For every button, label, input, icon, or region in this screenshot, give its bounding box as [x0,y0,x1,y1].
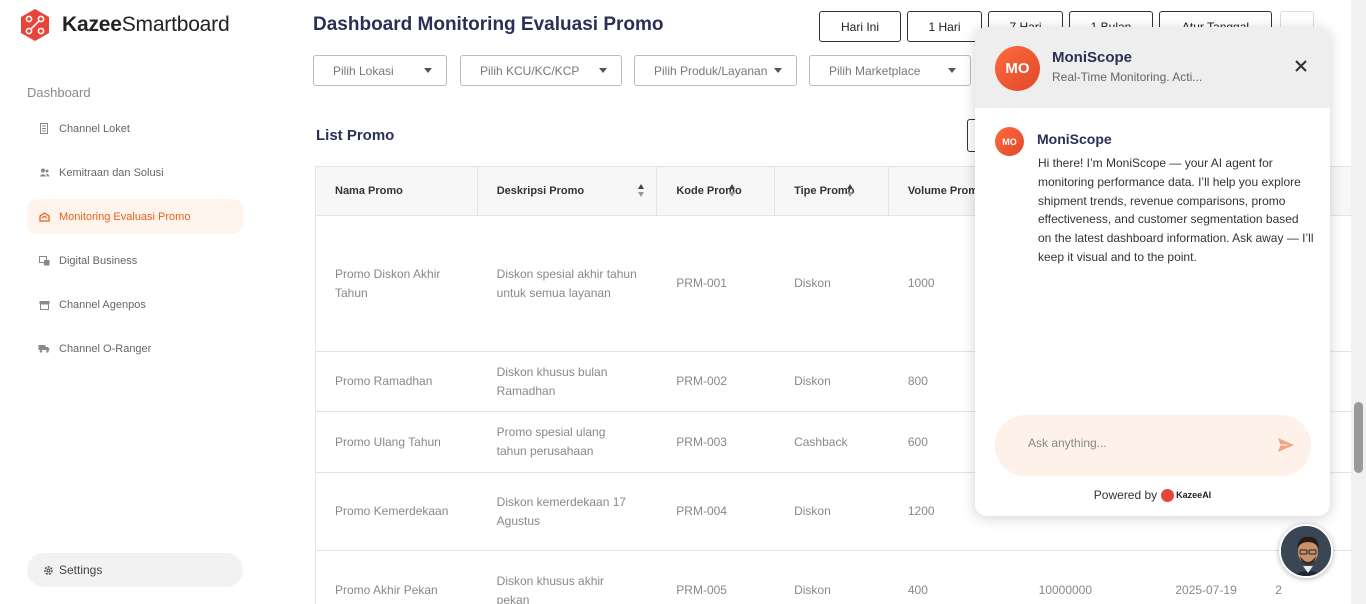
cell-tipe: Diskon [794,374,831,388]
kazee-logo-icon [18,8,52,42]
column-label: Nama Promo [335,185,403,197]
sort-icon [847,184,854,197]
sort-icon [729,184,736,197]
truck-icon [38,343,50,355]
gear-icon [43,565,54,576]
sidebar-item-label: Channel Agenpos [59,298,146,311]
sidebar-item-channel-loket[interactable]: Channel Loket [27,111,243,146]
sidebar-item-kemitraan[interactable]: Kemitraan dan Solusi [27,155,243,190]
filter-label: Pilih Produk/Layanan [654,63,768,78]
cell-nama: Promo Kemerdekaan [335,504,449,518]
column-nama-promo[interactable]: Nama Promo [316,167,478,215]
sidebar-item-label: Monitoring Evaluasi Promo [59,210,191,223]
chat-subtitle: Real-Time Monitoring. Acti... [1052,70,1203,84]
message-text: Hi there! I’m MoniScope — your AI agent … [1038,156,1314,264]
cell-nama: Promo Ulang Tahun [335,434,441,449]
sidebar-item-digital-business[interactable]: Digital Business [27,243,243,278]
list-title: List Promo [316,127,395,144]
cell-tipe: Diskon [794,504,831,518]
sidebar-section-label: Dashboard [27,85,91,100]
page-title: Dashboard Monitoring Evaluasi Promo [313,14,664,35]
powered-by: Powered by KazeeAI [975,488,1330,502]
cell-deskripsi: Diskon khusus bulan Ramadhan [496,364,608,398]
sidebar-item-label: Digital Business [59,254,138,267]
chat-panel: MO MoniScope Real-Time Monitoring. Acti.… [975,27,1330,516]
sidebar: KazeeSmartboard Dashboard Channel Loket … [0,0,262,604]
kazeeai-brand: KazeeAI [1176,490,1212,500]
cell-kode: PRM-004 [676,504,727,518]
cell-nama: Promo Ramadhan [335,374,433,388]
filter-label: Pilih Lokasi [333,63,394,78]
cell-kode: PRM-002 [676,374,727,388]
cell-nama: Promo Akhir Pekan [335,583,438,597]
message-sender: MoniScope [1037,131,1112,147]
app-name: KazeeSmartboard [62,13,230,36]
sidebar-item-label: Channel Loket [59,122,130,135]
store-icon [38,299,50,311]
filter-marketplace-select[interactable]: Pilih Marketplace [809,55,971,86]
column-deskripsi-promo[interactable]: Deskripsi Promo [478,167,658,215]
sidebar-item-label: Kemitraan dan Solusi [59,166,164,179]
chat-title: MoniScope [1052,49,1133,66]
building-icon [38,123,50,135]
assistant-launcher-avatar[interactable] [1279,524,1333,578]
column-kode-promo[interactable]: Kode Promo [657,167,776,215]
cell-deskripsi: Promo spesial ulang tahun perusahaan [496,425,606,458]
range-today-button[interactable]: Hari Ini [819,11,901,42]
cell-kode: PRM-005 [676,583,727,597]
sidebar-item-channel-agenpos[interactable]: Channel Agenpos [27,287,243,322]
app-logo[interactable]: KazeeSmartboard [18,8,230,42]
cell-deskripsi: Diskon spesial akhir tahun untuk semua l… [496,266,637,300]
sort-icon [637,184,644,197]
chevron-down-icon [424,68,432,73]
sidebar-item-channel-o-ranger[interactable]: Channel O-Ranger [27,331,243,366]
cell-nama: Promo Diskon Akhir Tahun [335,266,441,300]
settings-button[interactable]: Settings [27,553,243,587]
cell-deskripsi: Diskon kemerdekaan 17 Agustus [496,494,627,528]
kazeeai-logo-icon [1161,488,1175,502]
digital-icon [38,255,50,267]
chevron-down-icon [948,68,956,73]
sidebar-nav: Channel Loket Kemitraan dan Solusi Monit… [27,111,243,375]
column-label: Volume Promo [907,185,985,197]
promo-icon [38,211,50,223]
column-label: Deskripsi Promo [496,185,585,197]
powered-by-label: Powered by [1093,488,1158,502]
chevron-down-icon [774,68,782,73]
cell-deskripsi: Diskon khusus akhir pekan [496,573,605,604]
chat-input[interactable] [1028,436,1258,450]
assistant-avatar: MO [995,46,1040,91]
kazeeai-logo: KazeeAI [1161,488,1212,502]
cell-kode: PRM-001 [676,276,727,290]
sidebar-item-label: Channel O-Ranger [59,342,152,355]
filter-kcu-select[interactable]: Pilih KCU/KC/KCP [460,55,622,86]
filter-label: Pilih KCU/KC/KCP [480,63,580,78]
chat-header: MO MoniScope Real-Time Monitoring. Acti.… [975,27,1330,108]
table-row[interactable]: Promo Akhir Pekan Diskon khusus akhir pe… [316,551,1366,604]
cell-volume: 400 [907,583,928,597]
sidebar-item-monitoring-evaluasi-promo[interactable]: Monitoring Evaluasi Promo [27,199,243,234]
chat-input-box [995,415,1311,476]
range-1-day-button[interactable]: 1 Hari [907,11,982,42]
cell-tipe: Cashback [794,434,848,449]
scrollbar-thumb[interactable] [1354,402,1363,473]
cell-tanggal: 2025-07-19 [1175,583,1237,597]
filter-label: Pilih Marketplace [829,63,921,78]
chevron-down-icon [599,68,607,73]
column-tipe-promo[interactable]: Tipe Promo [775,167,889,215]
cell-tipe: Diskon [794,583,831,597]
page-scrollbar[interactable] [1351,0,1366,604]
users-icon [38,167,50,179]
filter-produk-select[interactable]: Pilih Produk/Layanan [634,55,797,86]
message-avatar: MO [995,127,1024,156]
cell-nilai: 10000000 [1038,583,1093,597]
close-icon[interactable] [1293,58,1309,74]
settings-label: Settings [59,563,103,577]
filter-lokasi-select[interactable]: Pilih Lokasi [313,55,447,86]
cell-tipe: Diskon [794,276,831,290]
send-icon[interactable] [1277,436,1295,454]
column-label: Tipe Promo [794,185,855,197]
cell-kode: PRM-003 [676,434,727,449]
